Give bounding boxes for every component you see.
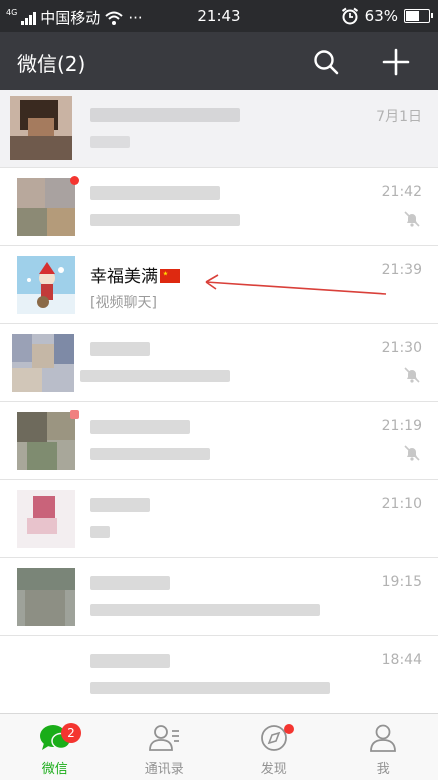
signal-icon xyxy=(21,11,37,25)
chat-name-text: 幸福美满 xyxy=(90,267,158,287)
search-icon[interactable] xyxy=(310,46,342,78)
tab-bar: 微信 2 通讯录 发现 我 xyxy=(0,713,438,780)
blurred-preview xyxy=(90,136,130,148)
chat-row[interactable]: 21:30 xyxy=(0,324,438,402)
add-icon[interactable] xyxy=(380,46,412,78)
person-icon xyxy=(370,724,397,752)
blurred-preview xyxy=(90,448,210,460)
avatar xyxy=(17,490,75,548)
unread-dot xyxy=(70,410,79,419)
chat-time: 7月1日 xyxy=(376,109,422,125)
chat-row[interactable]: 19:15 xyxy=(0,558,438,636)
tab-chats[interactable]: 微信 2 xyxy=(0,714,110,780)
avatar xyxy=(17,412,75,470)
tab-label: 通讯录 xyxy=(144,762,184,777)
chat-list[interactable]: 7月1日 21:42 幸福美满 [视频聊天] 21:39 21:30 21:19… xyxy=(0,90,438,713)
tab-label: 微信 xyxy=(41,762,68,777)
alarm-icon xyxy=(341,7,358,25)
blurred-name xyxy=(90,654,170,668)
chat-name: 幸福美满 xyxy=(90,262,180,287)
wifi-icon xyxy=(105,11,123,25)
chat-time: 21:10 xyxy=(381,496,422,512)
blurred-name xyxy=(90,342,150,356)
china-flag-emoji xyxy=(160,269,180,283)
battery-icon xyxy=(404,9,433,23)
status-right: 63% xyxy=(341,7,433,25)
page-title: 微信(2) xyxy=(17,52,86,76)
chat-preview: [视频聊天] xyxy=(90,295,157,311)
chat-row[interactable]: 18:44 xyxy=(0,636,438,713)
chat-time: 18:44 xyxy=(381,652,422,668)
chat-row[interactable]: 21:42 xyxy=(0,168,438,246)
chat-time: 21:42 xyxy=(381,184,422,200)
mute-icon xyxy=(404,445,420,461)
status-left: 4G 中国移动 ··· xyxy=(6,7,143,28)
annotation-arrow-icon xyxy=(205,274,387,295)
santa-avatar-image xyxy=(17,256,75,314)
chat-row[interactable]: 21:10 xyxy=(0,480,438,558)
contacts-icon xyxy=(149,725,180,751)
chat-time: 21:30 xyxy=(381,340,422,356)
tab-label: 我 xyxy=(376,762,390,777)
chat-row[interactable]: 21:19 xyxy=(0,402,438,480)
title-bar: 微信(2) xyxy=(0,32,438,90)
blurred-preview xyxy=(90,682,330,694)
blurred-name xyxy=(90,420,190,434)
avatar xyxy=(17,646,75,704)
blurred-preview xyxy=(90,604,320,616)
unread-badge: 2 xyxy=(61,723,81,743)
blurred-name xyxy=(90,576,170,590)
network-type: 4G xyxy=(6,8,18,17)
status-bar: 4G 中国移动 ··· 21:43 63% xyxy=(0,0,438,32)
chat-time: 21:19 xyxy=(381,418,422,434)
more-indicator: ··· xyxy=(128,8,143,27)
avatar xyxy=(17,178,75,236)
unread-dot xyxy=(70,176,79,185)
discover-notification-dot xyxy=(284,724,294,734)
avatar xyxy=(12,334,74,392)
mute-icon xyxy=(404,211,420,227)
carrier-name: 中国移动 xyxy=(40,9,101,27)
avatar xyxy=(17,256,75,314)
chat-time: 19:15 xyxy=(381,574,422,590)
tab-discover[interactable]: 发现 xyxy=(219,714,329,780)
chat-row[interactable]: 7月1日 xyxy=(0,90,438,168)
tab-me[interactable]: 我 xyxy=(329,714,438,780)
blurred-name xyxy=(90,186,220,200)
avatar xyxy=(10,96,72,160)
battery-level xyxy=(406,11,419,21)
avatar xyxy=(17,568,75,626)
tab-contacts[interactable]: 通讯录 xyxy=(110,714,220,780)
tab-label: 发现 xyxy=(260,762,287,777)
blurred-preview xyxy=(80,370,230,382)
mute-icon xyxy=(404,367,420,383)
blurred-preview xyxy=(90,526,110,538)
blurred-preview xyxy=(90,214,240,226)
blurred-name xyxy=(90,498,150,512)
blurred-name xyxy=(90,108,240,122)
battery-percent: 63% xyxy=(364,7,398,25)
